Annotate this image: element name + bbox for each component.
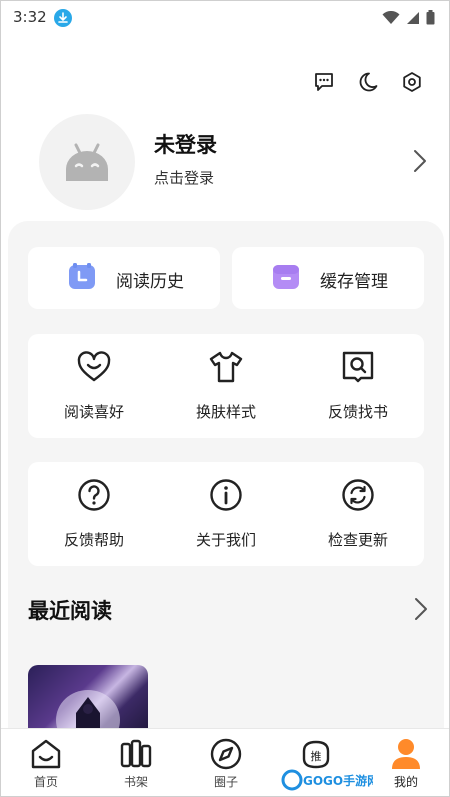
app-frame: 3:32 未登录 点击登录 阅读历史 缓存管理 阅读喜好 换肤样式 反馈找书 反…	[0, 0, 450, 797]
nav-home[interactable]: 首页	[1, 729, 91, 796]
heart-icon	[77, 351, 111, 382]
reading-history-label: 阅读历史	[116, 272, 184, 292]
info-icon	[210, 479, 242, 511]
content-panel: 阅读历史 缓存管理 阅读喜好 换肤样式 反馈找书 反馈帮助 关于我们 检查更新 …	[8, 221, 444, 741]
download-icon	[54, 9, 72, 27]
bookshelf-icon	[120, 739, 152, 768]
request-book-label: 反馈找书	[327, 403, 388, 421]
status-bar: 3:32	[1, 1, 449, 35]
android-avatar-icon	[66, 143, 108, 181]
nav-bookshelf-label: 书架	[123, 775, 148, 789]
svg-text:推: 推	[311, 749, 322, 763]
about-us-label: 关于我们	[195, 531, 256, 549]
top-actions	[313, 71, 423, 93]
message-icon[interactable]	[313, 71, 335, 93]
about-us-button[interactable]: 关于我们	[160, 462, 292, 566]
check-update-button[interactable]: 检查更新	[292, 462, 424, 566]
login-prompt[interactable]: 点击登录	[154, 167, 214, 188]
moon-icon[interactable]	[357, 71, 379, 93]
recommend-icon: 推	[302, 740, 330, 769]
reading-history-button[interactable]: 阅读历史	[28, 247, 220, 309]
svg-text:GOGO手游网: GOGO手游网	[303, 773, 373, 788]
chevron-right-icon[interactable]	[413, 149, 427, 173]
feedback-help-label: 反馈帮助	[63, 531, 124, 549]
watermark-logo: GOGO手游网	[281, 769, 373, 791]
bottom-nav: 首页 书架 圈子 推 我的 GOGO手游网	[1, 728, 449, 796]
folder-icon	[273, 265, 299, 289]
feature-grid-1: 阅读喜好 换肤样式 反馈找书	[28, 334, 424, 438]
recent-reading-title: 最近阅读	[28, 599, 112, 623]
reading-preference-label: 阅读喜好	[63, 403, 124, 421]
nav-community-label: 圈子	[213, 775, 238, 789]
cache-manage-button[interactable]: 缓存管理	[232, 247, 424, 309]
system-icons	[382, 10, 435, 25]
home-icon	[31, 739, 61, 769]
cache-manage-label: 缓存管理	[320, 272, 388, 292]
login-status[interactable]: 未登录	[154, 129, 217, 159]
skin-style-button[interactable]: 换肤样式	[160, 334, 292, 438]
shirt-icon	[209, 351, 243, 383]
nav-home-label: 首页	[33, 775, 58, 789]
clock-icon	[69, 263, 95, 289]
nav-profile-label: 我的	[393, 775, 418, 789]
feature-grid-2: 反馈帮助 关于我们 检查更新	[28, 462, 424, 566]
reading-preference-button[interactable]: 阅读喜好	[28, 334, 160, 438]
feedback-help-button[interactable]: 反馈帮助	[28, 462, 160, 566]
settings-icon[interactable]	[401, 71, 423, 93]
help-icon	[78, 479, 110, 511]
chevron-right-icon[interactable]	[414, 597, 428, 621]
avatar[interactable]	[39, 114, 135, 210]
battery-icon	[426, 10, 435, 25]
refresh-icon	[342, 479, 374, 511]
status-time: 3:32	[13, 8, 47, 26]
book-search-icon	[342, 351, 374, 383]
request-book-button[interactable]: 反馈找书	[292, 334, 424, 438]
nav-community[interactable]: 圈子	[181, 729, 271, 796]
signal-icon	[407, 11, 419, 24]
nav-bookshelf[interactable]: 书架	[91, 729, 181, 796]
profile-icon	[392, 739, 420, 769]
nav-profile[interactable]: 我的	[361, 729, 449, 796]
check-update-label: 检查更新	[327, 531, 388, 549]
compass-icon	[210, 738, 242, 770]
wifi-icon	[382, 10, 400, 24]
skin-style-label: 换肤样式	[195, 403, 256, 421]
